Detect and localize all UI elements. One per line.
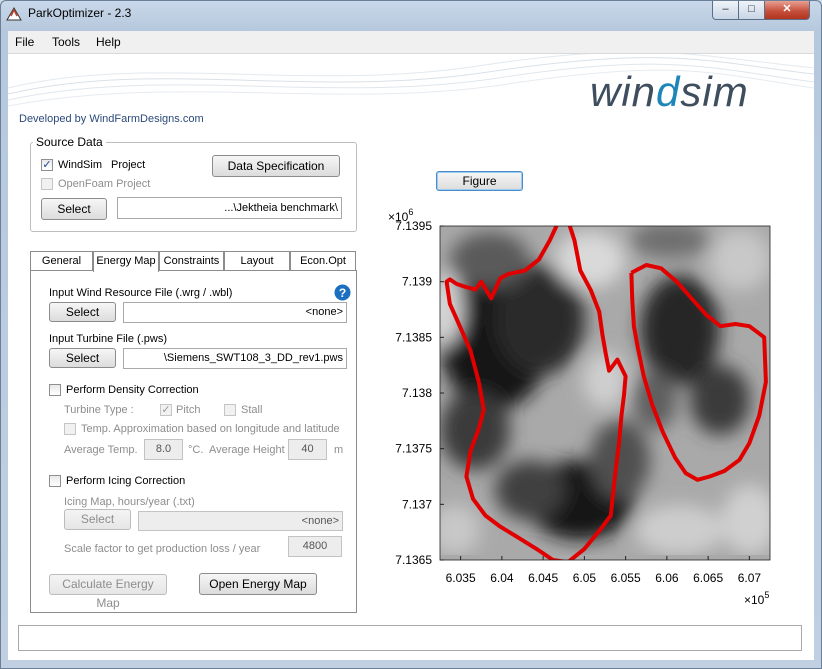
pitch-checkbox[interactable]: ✓ [160,404,172,416]
tab-econ-opt[interactable]: Econ.Opt [290,251,356,271]
source-path-field[interactable]: ...\Jektheia benchmark\ [117,197,342,219]
windsim-logo: windsim [590,68,749,115]
icing-map-field[interactable]: <none> [138,511,343,531]
scale-factor-label: Scale factor to get production loss / ye… [64,543,261,555]
openfoam-label: OpenFoam Project [58,178,151,190]
temp-approximation-checkbox[interactable] [64,423,76,435]
x-tick-label: 6.035 [446,571,476,585]
data-specification-button[interactable]: Data Specification [212,155,340,177]
x-tick-label: 6.055 [611,571,641,585]
wind-resource-select-button[interactable]: Select [49,302,116,322]
average-temp-field[interactable]: 8.0 [144,439,183,460]
x-tick-label: 6.04 [490,571,514,585]
tab-constraints[interactable]: Constraints [159,251,224,271]
turbine-file-field[interactable]: \Siemens_SWT108_3_DD_rev1.pws [123,348,347,369]
windsim-project-label: Project [111,159,146,171]
icing-select-button[interactable]: Select [64,509,131,530]
matlab-app-icon [6,7,22,21]
help-icon[interactable]: ? [334,284,351,301]
wind-resource-field[interactable]: <none> [123,302,347,323]
minimize-button[interactable]: – [712,1,739,20]
y-tick-label: 7.138 [402,386,432,400]
title-bar[interactable]: ParkOptimizer - 2.3 – □ ✕ [0,0,822,30]
average-temp-label: Average Temp. [64,444,138,456]
status-bar [18,625,802,651]
windsim-label: WindSim [58,159,103,171]
windsim-checkbox[interactable]: ✓ [41,159,53,171]
maximize-button[interactable]: □ [738,1,765,20]
menu-tools[interactable]: Tools [52,35,80,49]
x-tick-label: 6.06 [655,571,679,585]
turbine-file-label: Input Turbine File (.pws) [49,333,167,345]
y-tick-label: 7.137 [402,497,432,511]
y-axis-ticks: 7.13657.1377.13757.1387.13857.1397.1395 [395,219,444,567]
turbine-type-label: Turbine Type : [64,404,134,416]
openfoam-checkbox[interactable] [41,178,53,190]
stall-label: Stall [241,404,263,416]
source-select-button[interactable]: Select [41,198,107,220]
developer-credit: Developed by WindFarmDesigns.com [19,113,204,125]
menu-bar: File Tools Help [8,31,814,54]
average-height-field[interactable]: 40 [288,439,327,460]
heatmap-image [440,226,770,560]
height-unit-label: m [334,444,344,456]
tab-layout[interactable]: Layout [224,251,290,271]
average-height-label: Average Height [209,444,285,456]
y-tick-label: 7.1375 [395,442,432,456]
density-correction-label: Perform Density Correction [66,384,199,396]
calculate-energy-map-button[interactable]: Calculate Energy Map [49,574,167,610]
temp-approximation-label: Temp. Approximation based on longitude a… [81,423,340,435]
svg-text:?: ? [339,286,346,300]
x-tick-label: 6.065 [693,571,723,585]
wind-resource-label: Input Wind Resource File (.wrg / .wbl) [49,287,233,299]
source-data-legend: Source Data [33,135,106,149]
icing-map-label: Icing Map, hours/year (.txt) [64,496,195,508]
turbine-select-button[interactable]: Select [49,348,116,368]
window-title: ParkOptimizer - 2.3 [28,6,132,20]
y-tick-label: 7.1365 [395,553,432,567]
menu-file[interactable]: File [15,35,34,49]
y-tick-label: 7.1385 [395,330,432,344]
scale-factor-field[interactable]: 4800 [288,536,342,557]
pitch-label: Pitch [176,404,201,416]
open-energy-map-button[interactable]: Open Energy Map [199,573,317,595]
icing-correction-label: Perform Icing Correction [66,475,186,487]
density-correction-checkbox[interactable] [49,384,61,396]
close-button[interactable]: ✕ [764,1,810,20]
menu-help[interactable]: Help [96,35,121,49]
x-tick-label: 6.045 [528,571,558,585]
tab-general[interactable]: General [30,251,93,271]
stall-checkbox[interactable] [224,404,236,416]
x-tick-label: 6.05 [573,571,597,585]
figure-button[interactable]: Figure [436,171,523,191]
energy-map-plot[interactable]: 6.035 6.04 6.045 6.05 6.055 6.06 6.065 6.07 7.1… [380,200,800,610]
tab-energy-map[interactable]: Energy Map [93,251,159,272]
x-exponent-label: ×105 [744,590,769,607]
y-tick-label: 7.139 [402,275,432,289]
icing-correction-checkbox[interactable] [49,475,61,487]
temp-unit-label: °C. [188,444,204,456]
x-tick-label: 6.07 [738,571,762,585]
